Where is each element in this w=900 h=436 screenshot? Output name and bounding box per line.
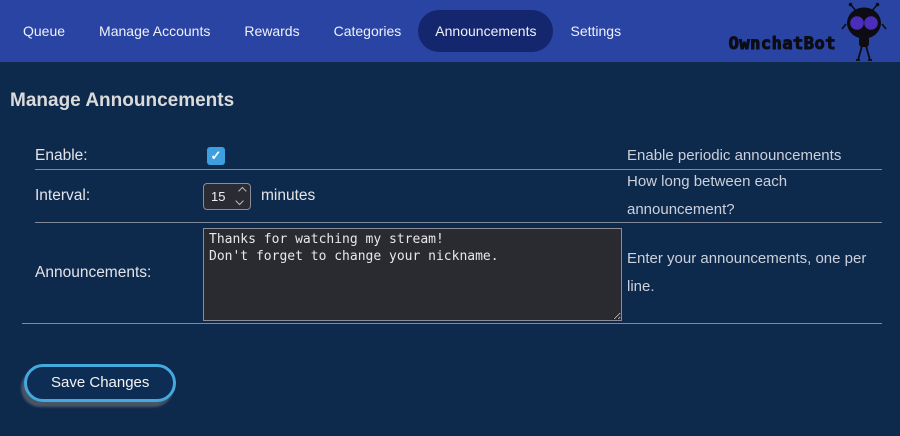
interval-label: Interval:	[35, 187, 203, 205]
interval-unit-label: minutes	[261, 187, 315, 205]
announcements-textarea[interactable]: Thanks for watching my stream! Don't for…	[203, 228, 622, 321]
robot-mascot-icon	[838, 2, 890, 62]
interval-spinner[interactable]	[236, 186, 246, 206]
top-navigation: Queue Manage Accounts Rewards Categories…	[0, 0, 900, 62]
checkmark-icon: ✓	[211, 149, 222, 162]
nav-item-manage-accounts[interactable]: Manage Accounts	[82, 10, 227, 52]
enable-label: Enable:	[35, 147, 203, 165]
enable-checkbox[interactable]: ✓	[207, 147, 225, 165]
interval-help-text: How long between each announcement?	[627, 168, 882, 224]
interval-value: 15	[211, 189, 236, 204]
chevron-down-icon[interactable]	[235, 197, 243, 205]
form-bottom-divider	[22, 323, 882, 324]
nav-item-rewards[interactable]: Rewards	[227, 10, 316, 52]
page-title: Manage Announcements	[10, 90, 900, 112]
logo-text: OwnchatBot	[729, 34, 836, 62]
form-row-interval: Interval: 15 minutes How long between ea…	[35, 170, 882, 223]
nav-item-announcements[interactable]: Announcements	[418, 10, 553, 52]
nav-item-queue[interactable]: Queue	[6, 10, 82, 52]
form-row-announcements: Announcements: Thanks for watching my st…	[35, 223, 882, 323]
nav-item-categories[interactable]: Categories	[317, 10, 419, 52]
enable-help-text: Enable periodic announcements	[627, 142, 882, 170]
chevron-up-icon[interactable]	[238, 187, 246, 195]
announcements-label: Announcements:	[35, 264, 203, 282]
save-changes-button[interactable]: Save Changes	[24, 364, 176, 402]
form-row-enable: Enable: ✓ Enable periodic announcements	[35, 142, 882, 170]
main-content: Manage Announcements Enable: ✓ Enable pe…	[0, 62, 900, 402]
ownchatbot-logo: OwnchatBot	[729, 0, 890, 62]
announcements-help-text: Enter your announcements, one per line.	[627, 245, 882, 301]
nav-item-settings[interactable]: Settings	[553, 10, 638, 52]
interval-input[interactable]: 15	[203, 183, 251, 210]
announcements-form: Enable: ✓ Enable periodic announcements …	[35, 142, 882, 324]
